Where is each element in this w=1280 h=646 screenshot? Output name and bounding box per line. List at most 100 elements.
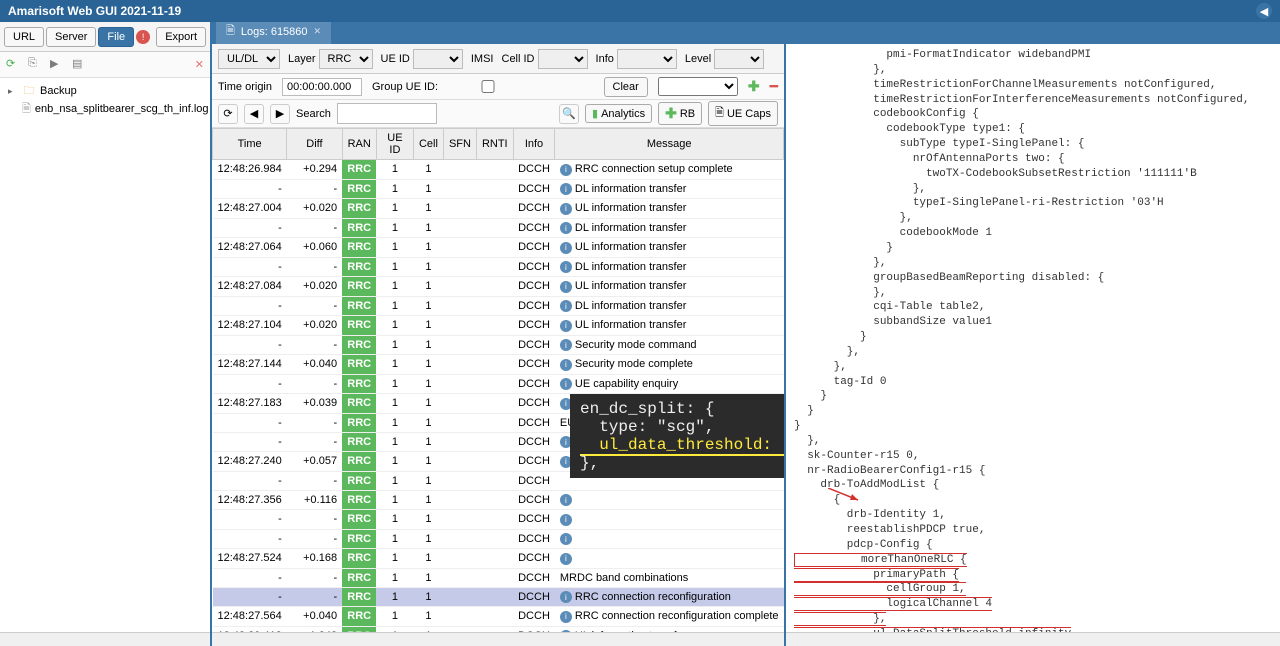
ueid-select[interactable] <box>413 49 463 69</box>
center-panel: UL/DL LayerRRC UE ID IMSI Cell ID Info L… <box>212 44 786 646</box>
table-row[interactable]: 12:48:27.104+0.020RRC11DCCHiUL informati… <box>213 316 784 336</box>
info-icon[interactable]: i <box>560 494 572 506</box>
analytics-button[interactable]: ▮Analytics <box>585 104 652 123</box>
info-icon[interactable]: i <box>560 378 572 390</box>
table-row[interactable]: --RRC11DCCHi <box>213 529 784 549</box>
prev-icon[interactable]: ◀ <box>244 104 264 124</box>
level-label: Level <box>685 53 711 65</box>
info-icon[interactable]: i <box>560 630 572 632</box>
url-button[interactable]: URL <box>4 27 44 47</box>
info-icon[interactable]: i <box>560 164 572 176</box>
message-text: UL information transfer <box>575 319 686 331</box>
level-select[interactable] <box>714 49 764 69</box>
info-icon[interactable]: i <box>560 514 572 526</box>
table-row[interactable]: 12:48:27.004+0.020RRC11DCCHiUL informati… <box>213 199 784 219</box>
remove-icon[interactable]: ━ <box>770 78 778 95</box>
scrollbar-horizontal[interactable] <box>0 632 210 646</box>
scrollbar-horizontal[interactable] <box>786 632 1280 646</box>
file-tree: ▸ 🗀 Backup 🗎 enb_nsa_splitbearer_scg_th_… <box>0 78 210 632</box>
add-icon[interactable]: ✚ <box>748 78 760 95</box>
group-ueid-checkbox[interactable] <box>448 80 528 93</box>
info-icon[interactable]: i <box>560 339 572 351</box>
highlighted-code-box: moreThanOneRLC { primaryPath { cellGroup… <box>794 553 1071 632</box>
info-icon[interactable]: i <box>560 300 572 312</box>
table-row[interactable]: --RRC11DCCHiDL information transfer <box>213 257 784 277</box>
message-text: UL information transfer <box>575 202 686 214</box>
info-icon[interactable]: i <box>560 261 572 273</box>
column-header[interactable]: Cell <box>413 129 443 160</box>
column-header[interactable]: RNTI <box>476 129 513 160</box>
folder-label: Backup <box>40 85 77 97</box>
table-row[interactable]: 12:48:27.356+0.116RRC11DCCHi <box>213 490 784 510</box>
column-header[interactable]: RAN <box>342 129 376 160</box>
search-label: Search <box>296 108 331 120</box>
tab-close-icon[interactable]: ✕ <box>314 26 322 37</box>
refresh-icon[interactable]: ⟳ <box>6 57 22 73</box>
log-table-wrap[interactable]: TimeDiffRANUE IDCellSFNRNTIInfoMessage 1… <box>212 128 784 632</box>
collapse-icon[interactable]: ◀ <box>1256 3 1272 19</box>
tree-file[interactable]: 🗎 enb_nsa_splitbearer_scg_th_inf.log <box>4 100 206 118</box>
info-icon[interactable]: i <box>560 359 572 371</box>
table-row[interactable]: --RRC11DCCHiRRC connection reconfigurati… <box>213 587 784 607</box>
message-text: UL information transfer <box>575 630 686 633</box>
info-icon[interactable]: i <box>560 611 572 623</box>
table-row[interactable]: 12:48:27.564+0.040RRC11DCCHiRRC connecti… <box>213 607 784 627</box>
info-icon[interactable]: i <box>560 320 572 332</box>
column-header[interactable]: Diff <box>287 129 342 160</box>
info-icon[interactable]: i <box>560 203 572 215</box>
alert-icon[interactable]: ! <box>136 30 150 44</box>
info-select[interactable] <box>617 49 677 69</box>
binoculars-icon[interactable]: 🔍 <box>559 104 579 124</box>
table-row[interactable]: --RRC11DCCHiUE capability enquiry <box>213 374 784 394</box>
info-icon[interactable]: i <box>560 183 572 195</box>
info-icon[interactable]: i <box>560 281 572 293</box>
table-row[interactable]: 12:48:27.084+0.020RRC11DCCHiUL informati… <box>213 277 784 297</box>
column-header[interactable]: Info <box>513 129 555 160</box>
message-text: RRC connection setup complete <box>575 163 733 175</box>
info-icon[interactable]: i <box>560 222 572 234</box>
clear-select[interactable] <box>658 77 738 96</box>
scrollbar-horizontal[interactable] <box>212 632 784 646</box>
chart-icon[interactable]: ▤ <box>72 57 88 73</box>
table-row[interactable]: 12:48:27.144+0.040RRC11DCCHiSecurity mod… <box>213 355 784 375</box>
table-row[interactable]: 12:48:29.412+1.848RRC11DCCHiUL informati… <box>213 626 784 632</box>
server-button[interactable]: Server <box>46 27 96 47</box>
next-icon[interactable]: ▶ <box>270 104 290 124</box>
table-row[interactable]: 12:48:26.984+0.294RRC11DCCHiRRC connecti… <box>213 160 784 180</box>
time-origin-input[interactable] <box>282 78 362 96</box>
logs-tab[interactable]: 🗎 Logs: 615860 ✕ <box>216 22 331 44</box>
play-icon[interactable]: ▶ <box>50 57 66 73</box>
code-text: pmi-FormatIndicator widebandPMI }, timeR… <box>794 49 1249 551</box>
table-row[interactable]: --RRC11DCCHiSecurity mode command <box>213 335 784 355</box>
copy-icon[interactable]: ⎘ <box>28 57 44 73</box>
close-icon[interactable]: ✕ <box>195 58 204 71</box>
cellid-select[interactable] <box>538 49 588 69</box>
table-row[interactable]: 12:48:27.064+0.060RRC11DCCHiUL informati… <box>213 238 784 258</box>
info-icon[interactable]: i <box>560 242 572 254</box>
layer-select[interactable]: RRC <box>319 49 373 69</box>
table-row[interactable]: --RRC11DCCHiDL information transfer <box>213 179 784 199</box>
message-text: Security mode complete <box>575 358 693 370</box>
search-input[interactable] <box>337 103 437 124</box>
column-header[interactable]: UE ID <box>376 129 413 160</box>
info-icon[interactable]: i <box>560 591 572 603</box>
info-icon[interactable]: i <box>560 553 572 565</box>
rb-button[interactable]: ✚RB <box>658 102 702 125</box>
table-row[interactable]: 12:48:27.524+0.168RRC11DCCHi <box>213 549 784 569</box>
uecaps-button[interactable]: 🗎UE Caps <box>708 101 778 126</box>
clear-button[interactable]: Clear <box>604 77 648 97</box>
info-icon[interactable]: i <box>560 533 572 545</box>
code-view[interactable]: pmi-FormatIndicator widebandPMI }, timeR… <box>786 44 1280 632</box>
file-button[interactable]: File <box>98 27 134 47</box>
uldl-select[interactable]: UL/DL <box>218 49 280 69</box>
column-header[interactable]: SFN <box>443 129 476 160</box>
table-row[interactable]: --RRC11DCCHiDL information transfer <box>213 218 784 238</box>
table-row[interactable]: --RRC11DCCHi <box>213 510 784 530</box>
reload-icon[interactable]: ⟳ <box>218 104 238 124</box>
column-header[interactable]: Time <box>213 129 287 160</box>
export-button[interactable]: Export <box>156 27 206 47</box>
tree-folder[interactable]: ▸ 🗀 Backup <box>4 82 206 100</box>
table-row[interactable]: --RRC11DCCHMRDC band combinations <box>213 568 784 587</box>
column-header[interactable]: Message <box>555 129 784 160</box>
table-row[interactable]: --RRC11DCCHiDL information transfer <box>213 296 784 316</box>
